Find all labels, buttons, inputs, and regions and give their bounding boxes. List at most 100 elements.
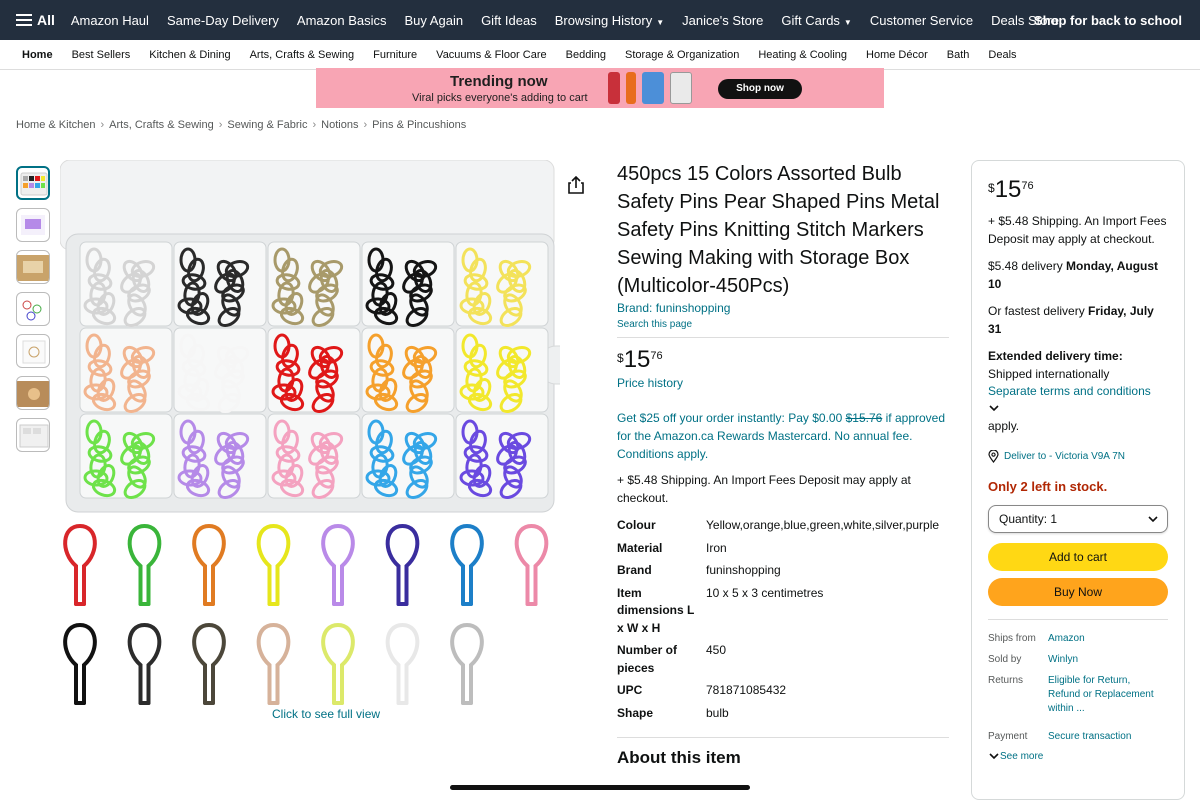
full-view-link[interactable]: Click to see full view <box>272 707 380 721</box>
hamburger-icon <box>16 14 32 26</box>
loose-pin <box>321 523 355 606</box>
spec-value: funinshopping <box>706 563 781 577</box>
subnav-item-home-decor[interactable]: Home Décor <box>866 49 928 61</box>
subnav-item-heating-cooling[interactable]: Heating & Cooling <box>758 49 847 61</box>
about-heading: About this item <box>617 737 949 768</box>
product-price: $ 15 76 <box>617 347 949 373</box>
breadcrumb-item[interactable]: Notions <box>321 119 358 131</box>
subnav-item-arts-crafts-sewing[interactable]: Arts, Crafts & Sewing <box>250 49 355 61</box>
see-more-link[interactable]: See more <box>988 751 1168 762</box>
share-icon[interactable] <box>568 176 584 194</box>
thumbnail-2[interactable] <box>16 208 50 242</box>
seller-info-value[interactable]: Amazon <box>1048 632 1162 646</box>
sub-nav: Home Best Sellers Kitchen & Dining Arts,… <box>0 40 1200 70</box>
subnav-item-best-sellers[interactable]: Best Sellers <box>72 49 131 61</box>
chevron-down-icon[interactable] <box>988 402 1000 416</box>
nav-item-same-day-delivery[interactable]: Same-Day Delivery <box>167 13 279 28</box>
loose-pin <box>385 622 420 705</box>
loose-pin <box>321 622 355 705</box>
subnav-item-storage[interactable]: Storage & Organization <box>625 49 739 61</box>
subnav-item-furniture[interactable]: Furniture <box>373 49 417 61</box>
loose-pin <box>63 622 97 705</box>
nav-promo-link[interactable]: Shop for back to school <box>1034 13 1182 28</box>
product-details: 450pcs 15 Colors Assorted Bulb Safety Pi… <box>617 160 949 768</box>
thumbnail-7[interactable] <box>16 418 50 452</box>
banner-product-image <box>670 72 692 104</box>
thumbnail-4[interactable] <box>16 292 50 326</box>
thumbnail-6[interactable] <box>16 376 50 410</box>
location-pin-icon <box>988 449 999 463</box>
seller-info-key: Payment <box>988 730 1028 742</box>
quantity-label: Quantity: <box>999 511 1048 526</box>
nav-item-amazon-haul[interactable]: Amazon Haul <box>71 13 149 28</box>
loose-pin <box>385 523 420 606</box>
breadcrumb-item[interactable]: Sewing & Fabric <box>227 119 307 131</box>
seller-info-value[interactable]: Winlyn <box>1048 653 1162 667</box>
breadcrumb-item[interactable]: Home & Kitchen <box>16 119 95 131</box>
card-offer-text: Get $25 off your order instantly: Pay $0… <box>617 411 846 425</box>
buy-box: $ 15 76 + $5.48 Shipping. An Import Fees… <box>971 160 1185 800</box>
nav-item-browsing-history[interactable]: Browsing History ▼ <box>555 13 664 28</box>
loose-pin <box>192 523 226 606</box>
seller-info-row: Payment Secure transaction <box>988 730 1168 744</box>
search-this-page-link[interactable]: Search this page <box>617 319 949 338</box>
loose-pin <box>256 622 291 705</box>
subnav-item-bedding[interactable]: Bedding <box>566 49 606 61</box>
breadcrumb-item[interactable]: Arts, Crafts & Sewing <box>109 119 214 131</box>
chevron-down-icon <box>1148 515 1158 522</box>
promo-banner[interactable]: Trending now Viral picks everyone's addi… <box>316 68 884 108</box>
breadcrumb: Home & Kitchen › Arts, Crafts & Sewing › S… <box>16 119 471 131</box>
banner-headline: Trending now <box>450 73 548 90</box>
stock-status: Only 2 left in stock. <box>988 478 1108 494</box>
spec-row: UPC 781871085432 <box>617 680 949 703</box>
home-indicator <box>450 785 750 790</box>
thumbnail-5[interactable] <box>16 334 50 368</box>
quantity-select[interactable]: Quantity: 1 <box>988 504 1168 533</box>
price-whole: 15 <box>623 346 651 373</box>
main-product-image[interactable] <box>60 160 560 730</box>
buy-now-button[interactable]: Buy Now <box>988 577 1168 606</box>
apply-text: apply. <box>988 419 1020 433</box>
thumbnail-1[interactable] <box>16 166 50 200</box>
all-menu-button[interactable]: All <box>16 12 55 28</box>
subnav-item-home[interactable]: Home <box>22 49 53 61</box>
banner-product-image <box>626 72 636 104</box>
seller-info-value[interactable]: Secure transaction <box>1048 730 1162 744</box>
banner-shop-now-button[interactable]: Shop now <box>718 79 802 99</box>
delivery-info: $5.48 delivery Monday, August 10 <box>988 258 1168 293</box>
deliver-to-label: Deliver to - Victoria V9A 7N <box>1004 450 1125 462</box>
card-offer-strike-price: $15.76 <box>845 411 883 425</box>
card-offer[interactable]: Get $25 off your order instantly: Pay $0… <box>617 409 949 463</box>
price-symbol: $ <box>988 181 995 195</box>
nav-item-amazon-basics[interactable]: Amazon Basics <box>297 13 387 28</box>
nav-item-janices-store[interactable]: Janice's Store <box>682 13 763 28</box>
seller-info-key: Ships from <box>988 632 1036 644</box>
deliver-to-link[interactable]: Deliver to - Victoria V9A 7N <box>988 449 1168 463</box>
breadcrumb-item[interactable]: Pins & Pincushions <box>372 119 466 131</box>
seller-info-row: Ships from Amazon <box>988 632 1168 646</box>
separate-terms-link[interactable]: Separate terms and conditions <box>988 384 1151 398</box>
subnav-item-kitchen-dining[interactable]: Kitchen & Dining <box>149 49 230 61</box>
shipping-note: + $5.48 Shipping. An Import Fees Deposit… <box>617 473 911 505</box>
seller-info-value[interactable]: Eligible for Return, Refund or Replaceme… <box>1048 674 1162 716</box>
add-to-cart-button[interactable]: Add to cart <box>988 542 1168 571</box>
subnav-item-deals[interactable]: Deals <box>988 49 1016 61</box>
nav-item-gift-cards[interactable]: Gift Cards ▼ <box>781 13 851 28</box>
price-history-link[interactable]: Price history <box>617 376 949 390</box>
loose-pin <box>256 523 291 606</box>
nav-item-customer-service[interactable]: Customer Service <box>870 13 973 28</box>
loose-pin <box>450 523 484 606</box>
spec-row: Shape bulb <box>617 703 949 726</box>
thumbnail-3[interactable] <box>16 250 50 284</box>
price-fraction: 76 <box>1021 180 1034 192</box>
subnav-item-bath[interactable]: Bath <box>947 49 970 61</box>
nav-item-buy-again[interactable]: Buy Again <box>405 13 464 28</box>
seller-info-key: Returns <box>988 674 1024 686</box>
loose-pin <box>63 523 97 606</box>
subnav-item-vacuums[interactable]: Vacuums & Floor Care <box>436 49 546 61</box>
breadcrumb-separator: › <box>363 119 368 131</box>
breadcrumb-separator: › <box>218 119 223 131</box>
loose-pin <box>192 622 226 705</box>
nav-item-gift-ideas[interactable]: Gift Ideas <box>481 13 537 28</box>
brand-link[interactable]: Brand: funinshopping <box>617 301 949 315</box>
